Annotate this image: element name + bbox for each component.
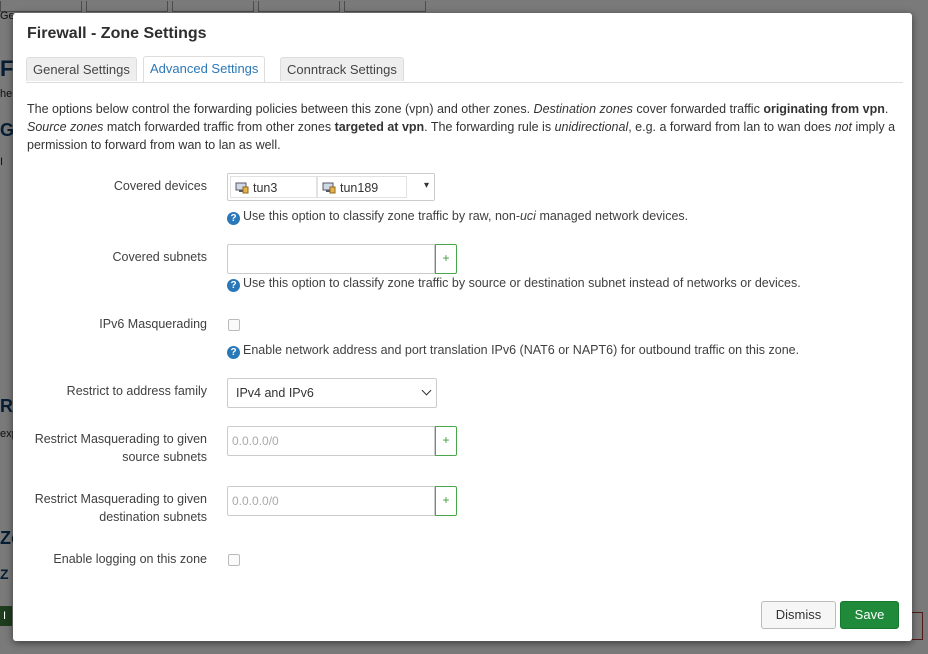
- chevron-down-icon: [421, 385, 432, 396]
- modal-title: Firewall - Zone Settings: [27, 25, 207, 42]
- desc-text: targeted at vpn: [334, 120, 425, 134]
- hint-text: managed network devices.: [535, 209, 689, 223]
- hint-text: Use this option to classify zone traffic…: [243, 276, 801, 290]
- address-family-value: IPv4 and IPv6: [236, 386, 314, 400]
- masq-src-subnets-input[interactable]: [227, 426, 435, 456]
- device-name: tun189: [340, 181, 379, 195]
- label-line: Restrict Masquerading to given: [34, 432, 207, 446]
- device-name: tun3: [253, 181, 278, 195]
- tab-bar: General Settings Advanced Settings Connt…: [26, 56, 903, 83]
- masq-dest-subnets-input[interactable]: [227, 486, 435, 516]
- help-icon: ?: [227, 279, 240, 292]
- tab-conntrack-settings[interactable]: Conntrack Settings: [280, 57, 404, 81]
- desc-text: unidirectional: [554, 120, 629, 134]
- background-text: I: [3, 610, 7, 622]
- add-covered-subnet-button[interactable]: +: [435, 244, 457, 274]
- dismiss-button[interactable]: Dismiss: [761, 601, 836, 629]
- desc-text: match forwarded traffic from other zones: [103, 120, 335, 134]
- help-icon: ?: [227, 212, 240, 225]
- desc-text: , e.g. a forward from lan to wan does: [628, 120, 835, 134]
- hint-text: Enable network address and port translat…: [243, 343, 800, 357]
- covered-subnets-input[interactable]: [227, 244, 435, 274]
- logging-checkbox[interactable]: [228, 554, 240, 566]
- desc-text: Destination zones: [533, 102, 633, 116]
- desc-text: . The forwarding rule is: [424, 120, 555, 134]
- desc-text: originating from vpn: [763, 102, 885, 116]
- desc-text: Source zones: [27, 120, 104, 134]
- network-device-icon: [322, 182, 336, 194]
- desc-text: cover forwarded traffic: [632, 102, 764, 116]
- label-line: source subnets: [122, 450, 207, 464]
- save-button[interactable]: Save: [840, 601, 899, 629]
- covered-devices-label: Covered devices: [113, 179, 207, 193]
- masq-src-label: Restrict Masquerading to given source sub…: [35, 430, 207, 466]
- ipv6-masquerading-checkbox[interactable]: [228, 319, 240, 331]
- ipv6-masquerading-hint: ? Enable network address and port transla…: [227, 342, 799, 359]
- dropdown-caret-icon[interactable]: ▾: [424, 180, 429, 191]
- address-family-label: Restrict to address family: [66, 384, 207, 398]
- covered-subnets-hint: ? Use this option to classify zone traffi…: [227, 275, 801, 292]
- covered-subnets-label: Covered subnets: [112, 250, 207, 264]
- desc-text: .: [884, 102, 889, 116]
- hint-text: Use this option to classify zone traffic…: [243, 209, 520, 223]
- add-masq-src-subnet-button[interactable]: +: [435, 426, 457, 456]
- logging-label: Enable logging on this zone: [53, 552, 207, 566]
- desc-text: not: [834, 120, 852, 134]
- tab-general-settings[interactable]: General Settings: [26, 57, 137, 81]
- add-masq-dest-subnet-button[interactable]: +: [435, 486, 457, 516]
- forwarding-description: The options below control the forwarding…: [27, 100, 897, 154]
- hint-text: uci: [519, 209, 536, 223]
- label-line: destination subnets: [99, 510, 207, 524]
- desc-text: The options below control the forwarding…: [27, 102, 534, 116]
- zone-settings-modal: Firewall - Zone Settings General Setting…: [13, 13, 912, 641]
- covered-devices-hint: ? Use this option to classify zone traffi…: [227, 208, 688, 225]
- network-device-icon: [235, 182, 249, 194]
- covered-devices-select[interactable]: tun3 tun189 ▾: [227, 173, 435, 201]
- address-family-select[interactable]: IPv4 and IPv6: [227, 378, 437, 408]
- device-chip-tun3[interactable]: tun3: [230, 176, 317, 198]
- tab-advanced-settings[interactable]: Advanced Settings: [143, 56, 266, 82]
- masq-dest-label: Restrict Masquerading to given destinatio…: [35, 490, 207, 526]
- device-chip-tun189[interactable]: tun189: [317, 176, 407, 198]
- help-icon: ?: [227, 346, 240, 359]
- label-line: Restrict Masquerading to given: [34, 492, 207, 506]
- ipv6-masquerading-label: IPv6 Masquerading: [99, 317, 207, 331]
